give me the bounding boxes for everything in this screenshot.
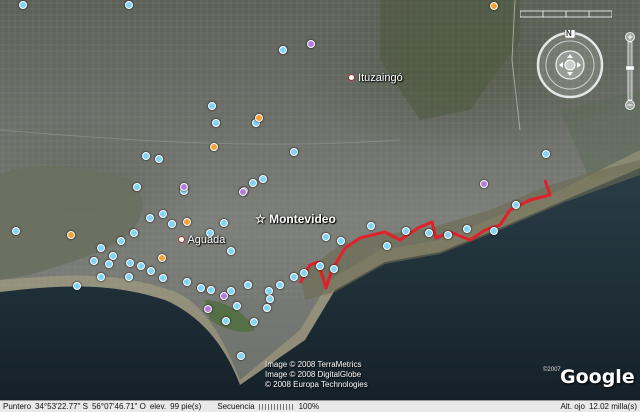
scale-bar [520, 10, 612, 18]
placemark-pin-icon[interactable] [249, 179, 257, 187]
placemark-pin-icon[interactable] [250, 318, 258, 326]
placemark-pin-icon[interactable] [19, 1, 27, 9]
placemark-pin-icon[interactable] [367, 222, 375, 230]
place-label-montevideo[interactable]: ☆ Montevideo [255, 212, 336, 226]
placemark-pin-icon[interactable] [183, 218, 191, 226]
placemark-pin-icon[interactable] [105, 260, 113, 268]
streaming-value: 100% [298, 402, 320, 411]
placemark-pin-icon[interactable] [67, 231, 75, 239]
placemark-pin-icon[interactable] [307, 40, 315, 48]
zoom-slider-icon[interactable] [624, 32, 636, 110]
placemark-pin-icon[interactable] [227, 247, 235, 255]
placemark-pin-icon[interactable] [220, 219, 228, 227]
placemark-pin-icon[interactable] [204, 305, 212, 313]
placemark-pin-icon[interactable] [147, 267, 155, 275]
placemark-pin-icon[interactable] [480, 180, 488, 188]
compass-north-letter: N [566, 29, 572, 38]
placemark-pin-icon[interactable] [244, 281, 252, 289]
imagery-credits: Image © 2008 TerraMetrics Image © 2008 D… [265, 360, 368, 389]
placemark-pin-icon[interactable] [183, 278, 191, 286]
placemark-pin-icon[interactable] [490, 2, 498, 10]
placemark-pin-icon[interactable] [322, 233, 330, 241]
placemark-pin-icon[interactable] [237, 352, 245, 360]
elevation-value: 99 pie(s) [170, 402, 202, 411]
placemark-pin-icon[interactable] [168, 220, 176, 228]
placemark-pin-icon[interactable] [97, 244, 105, 252]
elevation-label: elev. [149, 402, 167, 411]
placemark-pin-icon[interactable] [125, 273, 133, 281]
placemark-pin-icon[interactable] [73, 282, 81, 290]
placemark-pin-icon[interactable] [207, 286, 215, 294]
placemark-pin-icon[interactable] [233, 302, 241, 310]
placemark-pin-icon[interactable] [109, 252, 117, 260]
placemark-pin-icon[interactable] [212, 119, 220, 127]
placemark-pin-icon[interactable] [222, 317, 230, 325]
placemark-pin-icon[interactable] [265, 287, 273, 295]
placemark-pin-icon[interactable] [263, 304, 271, 312]
move-joystick-icon[interactable] [564, 59, 576, 71]
place-dot-icon [348, 74, 355, 81]
placemark-pin-icon[interactable] [126, 259, 134, 267]
pointer-latitude: 34°53'22.77" S [35, 402, 88, 411]
placemark-pin-icon[interactable] [290, 148, 298, 156]
placemark-pin-icon[interactable] [463, 225, 471, 233]
placemark-pin-icon[interactable] [255, 114, 263, 122]
placemark-pin-icon[interactable] [542, 150, 550, 158]
placemark-pin-icon[interactable] [290, 273, 298, 281]
placemark-pin-icon[interactable] [239, 188, 247, 196]
placemark-pin-icon[interactable] [12, 227, 20, 235]
placemark-pin-icon[interactable] [125, 1, 133, 9]
map-view[interactable]: ☆ Montevideo Aguada Ituzaingó N Image © … [0, 0, 640, 400]
streaming-progress-bar [258, 403, 295, 410]
place-label-aguada[interactable]: Aguada [178, 234, 225, 246]
placemark-pin-icon[interactable] [276, 281, 284, 289]
placemark-pin-icon[interactable] [383, 242, 391, 250]
star-icon: ☆ [255, 212, 266, 226]
placemark-pin-icon[interactable] [425, 229, 433, 237]
placemark-pin-icon[interactable] [210, 143, 218, 151]
placemark-pin-icon[interactable] [444, 231, 452, 239]
pointer-label: Puntero [3, 402, 32, 411]
place-dot-icon [178, 236, 185, 243]
placemark-pin-icon[interactable] [330, 265, 338, 273]
placemark-pin-icon[interactable] [266, 295, 274, 303]
status-bar: Puntero 34°53'22.77" S 56°07'46.71" O el… [0, 400, 640, 412]
placemark-pin-icon[interactable] [159, 210, 167, 218]
placemark-pin-icon[interactable] [158, 254, 166, 262]
placemark-pin-icon[interactable] [316, 262, 324, 270]
zoom-minus-icon[interactable] [625, 100, 635, 110]
placemark-pin-icon[interactable] [159, 274, 167, 282]
eye-altitude-value: 12.02 milla(s) [588, 402, 637, 411]
placemark-pin-icon[interactable] [130, 229, 138, 237]
placemark-pin-icon[interactable] [512, 201, 520, 209]
placemark-pin-icon[interactable] [300, 269, 308, 277]
placemark-pin-icon[interactable] [197, 284, 205, 292]
streaming-label: Secuencia [217, 402, 255, 411]
placemark-pin-icon[interactable] [337, 237, 345, 245]
placemark-pin-icon[interactable] [133, 183, 141, 191]
placemark-pin-icon[interactable] [490, 227, 498, 235]
placemark-pin-icon[interactable] [180, 183, 188, 191]
placemark-pin-icon[interactable] [137, 262, 145, 270]
google-logo: Google [560, 366, 635, 388]
pointer-longitude: 56°07'46.71" O [91, 402, 146, 411]
placemark-pin-icon[interactable] [97, 273, 105, 281]
placemark-pin-icon[interactable] [227, 287, 235, 295]
placemark-pin-icon[interactable] [117, 237, 125, 245]
logo-copyright: ©2007 [543, 367, 561, 373]
placemark-pin-icon[interactable] [90, 257, 98, 265]
placemark-pin-icon[interactable] [259, 175, 267, 183]
placemark-pin-icon[interactable] [155, 155, 163, 163]
placemark-pin-icon[interactable] [402, 227, 410, 235]
placemark-pin-icon[interactable] [208, 102, 216, 110]
placemark-pin-icon[interactable] [146, 214, 154, 222]
placemark-pin-icon[interactable] [142, 152, 150, 160]
placemark-pin-icon[interactable] [279, 46, 287, 54]
eye-altitude-label: Alt. ojo [560, 402, 585, 411]
zoom-plus-icon[interactable] [625, 32, 635, 42]
place-label-ituzaingo[interactable]: Ituzaingó [348, 72, 403, 84]
placemark-pin-icon[interactable] [220, 292, 228, 300]
compass-ring-icon[interactable] [535, 30, 605, 100]
